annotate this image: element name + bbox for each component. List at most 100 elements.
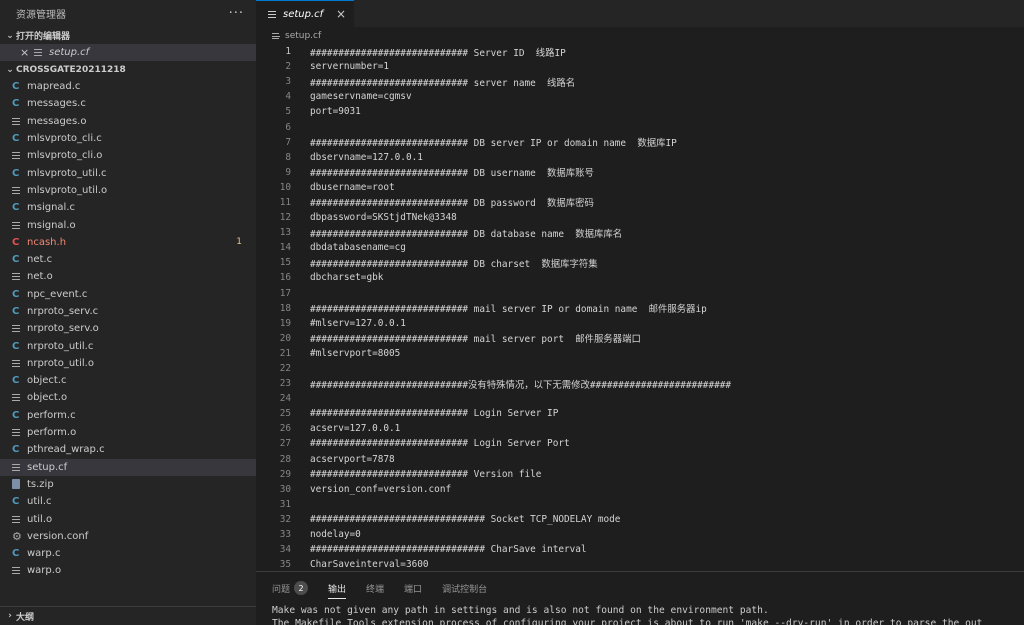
tab-setup-cf[interactable]: setup.cf × xyxy=(256,0,354,27)
code-line[interactable]: 31 xyxy=(256,497,1024,512)
code-line[interactable]: 14 dbdatabasename=cg xyxy=(256,240,1024,255)
file-item[interactable]: object.o xyxy=(0,389,256,406)
panel-tab[interactable]: 终端 xyxy=(366,582,384,595)
code-line[interactable]: 18 ############################ mail serv… xyxy=(256,301,1024,316)
file-item[interactable]: Cncash.h 1 xyxy=(0,234,256,251)
code-line[interactable]: 7 ############################ DB server … xyxy=(256,135,1024,150)
line-text[interactable]: ############################ Server ID 线… xyxy=(291,45,566,59)
code-line[interactable]: 32 ############################### Socket… xyxy=(256,512,1024,527)
line-text[interactable]: port=9031 xyxy=(291,106,361,117)
code-line[interactable]: 33 nodelay=0 xyxy=(256,527,1024,542)
line-text[interactable]: ############################ Version fil… xyxy=(291,469,541,480)
panel-tab[interactable]: 端口 xyxy=(404,582,422,595)
line-text[interactable]: ############################ DB username… xyxy=(291,165,594,179)
line-text[interactable]: #mlservport=8005 xyxy=(291,348,400,359)
file-item[interactable]: Cmlsvproto_util.c xyxy=(0,164,256,181)
line-text[interactable]: ############################ mail server… xyxy=(291,301,707,315)
file-item[interactable]: Cperform.c xyxy=(0,407,256,424)
file-item[interactable]: mlsvproto_util.o xyxy=(0,182,256,199)
file-item[interactable]: Cmsignal.c xyxy=(0,199,256,216)
output-content[interactable]: Make was not given any path in settings … xyxy=(256,604,1024,625)
code-line[interactable]: 21 #mlservport=8005 xyxy=(256,346,1024,361)
panel-tab[interactable]: 调试控制台 xyxy=(442,582,487,595)
file-item[interactable]: Cwarp.c xyxy=(0,545,256,562)
code-line[interactable]: 27 ############################ Login Ser… xyxy=(256,436,1024,451)
line-text[interactable]: dbpassword=SKStjdTNek@3348 xyxy=(291,212,457,223)
file-item[interactable]: ts.zip xyxy=(0,476,256,493)
file-item[interactable]: mlsvproto_cli.o xyxy=(0,147,256,164)
code-line[interactable]: 8 dbservname=127.0.0.1 xyxy=(256,150,1024,165)
line-text[interactable]: ############################ DB charset … xyxy=(291,256,598,270)
code-line[interactable]: 25 ############################ Login Ser… xyxy=(256,406,1024,421)
code-line[interactable]: 16 dbcharset=gbk xyxy=(256,270,1024,285)
open-editors-header[interactable]: ⌄ 打开的编辑器 xyxy=(0,27,256,44)
code-line[interactable]: 13 ############################ DB databa… xyxy=(256,225,1024,240)
code-line[interactable]: 12 dbpassword=SKStjdTNek@3348 xyxy=(256,210,1024,225)
line-text[interactable]: ############################ server name… xyxy=(291,75,575,89)
line-text[interactable]: servernumber=1 xyxy=(291,61,389,72)
line-text[interactable]: #mlserv=127.0.0.1 xyxy=(291,318,406,329)
project-folder-header[interactable]: ⌄ CROSSGATE20211218 xyxy=(0,61,256,78)
line-text[interactable]: acserv=127.0.0.1 xyxy=(291,423,400,434)
code-line[interactable]: 2 servernumber=1 xyxy=(256,59,1024,74)
code-line[interactable]: 23 ############################没有特殊情况，以下无… xyxy=(256,376,1024,391)
line-text[interactable]: version_conf=version.conf xyxy=(291,484,451,495)
file-item[interactable]: nrproto_util.o xyxy=(0,355,256,372)
file-item[interactable]: Cmapread.c xyxy=(0,78,256,95)
file-item[interactable]: util.o xyxy=(0,510,256,527)
panel-tab[interactable]: 问题 2 xyxy=(272,581,309,595)
line-text[interactable]: ############################### Socket T… xyxy=(291,514,620,525)
file-item[interactable]: Cmessages.c xyxy=(0,95,256,112)
file-item[interactable]: Cnpc_event.c xyxy=(0,286,256,303)
code-line[interactable]: 20 ############################ mail serv… xyxy=(256,331,1024,346)
line-text[interactable]: nodelay=0 xyxy=(291,529,361,540)
file-item[interactable]: Cutil.c xyxy=(0,493,256,510)
open-editor-item[interactable]: × setup.cf xyxy=(0,44,256,61)
tab-close-icon[interactable]: × xyxy=(336,7,346,21)
line-text[interactable]: ############################### CharSave… xyxy=(291,544,587,555)
line-text[interactable]: ############################ mail server… xyxy=(291,331,641,345)
line-text[interactable]: acservport=7878 xyxy=(291,454,395,465)
file-item[interactable]: Cnrproto_util.c xyxy=(0,337,256,354)
code-line[interactable]: 35 CharSaveinterval=3600 xyxy=(256,557,1024,571)
code-editor[interactable]: 1 ############################ Server ID … xyxy=(256,44,1024,571)
code-line[interactable]: 34 ############################### CharSa… xyxy=(256,542,1024,557)
more-actions-icon[interactable]: ··· xyxy=(229,6,244,21)
line-text[interactable]: ############################ DB database… xyxy=(291,226,622,240)
line-text[interactable]: dbusername=root xyxy=(291,182,395,193)
line-text[interactable]: gameservname=cgmsv xyxy=(291,91,412,102)
breadcrumb[interactable]: setup.cf xyxy=(256,27,1024,44)
file-item[interactable]: msignal.o xyxy=(0,216,256,233)
file-item[interactable]: Cpthread_wrap.c xyxy=(0,441,256,458)
close-icon[interactable]: × xyxy=(20,46,34,59)
line-text[interactable]: CharSaveinterval=3600 xyxy=(291,559,429,570)
code-line[interactable]: 9 ############################ DB usernam… xyxy=(256,165,1024,180)
file-item[interactable]: ⚙ version.conf xyxy=(0,528,256,545)
file-item[interactable]: net.o xyxy=(0,268,256,285)
code-line[interactable]: 30 version_conf=version.conf xyxy=(256,482,1024,497)
code-line[interactable]: 24 xyxy=(256,391,1024,406)
code-line[interactable]: 28 acservport=7878 xyxy=(256,452,1024,467)
file-item[interactable]: Cmlsvproto_cli.c xyxy=(0,130,256,147)
line-text[interactable]: ############################ Login Serve… xyxy=(291,438,570,449)
line-text[interactable]: dbdatabasename=cg xyxy=(291,242,406,253)
file-item[interactable]: nrproto_serv.o xyxy=(0,320,256,337)
code-line[interactable]: 29 ############################ Version f… xyxy=(256,467,1024,482)
line-text[interactable]: dbservname=127.0.0.1 xyxy=(291,152,423,163)
code-line[interactable]: 19 #mlserv=127.0.0.1 xyxy=(256,316,1024,331)
code-line[interactable]: 22 xyxy=(256,361,1024,376)
code-line[interactable]: 10 dbusername=root xyxy=(256,180,1024,195)
code-line[interactable]: 6 xyxy=(256,119,1024,134)
code-line[interactable]: 1 ############################ Server ID … xyxy=(256,44,1024,59)
code-line[interactable]: 5 port=9031 xyxy=(256,104,1024,119)
file-item[interactable]: perform.o xyxy=(0,424,256,441)
file-item[interactable]: warp.o xyxy=(0,562,256,579)
code-line[interactable]: 11 ############################ DB passwo… xyxy=(256,195,1024,210)
file-item[interactable]: Cnet.c xyxy=(0,251,256,268)
line-text[interactable]: ############################ DB server I… xyxy=(291,135,677,149)
code-line[interactable]: 26 acserv=127.0.0.1 xyxy=(256,421,1024,436)
code-line[interactable]: 4 gameservname=cgmsv xyxy=(256,89,1024,104)
line-text[interactable]: dbcharset=gbk xyxy=(291,272,383,283)
line-text[interactable]: ############################ DB password… xyxy=(291,195,594,209)
code-line[interactable]: 15 ############################ DB charse… xyxy=(256,255,1024,270)
